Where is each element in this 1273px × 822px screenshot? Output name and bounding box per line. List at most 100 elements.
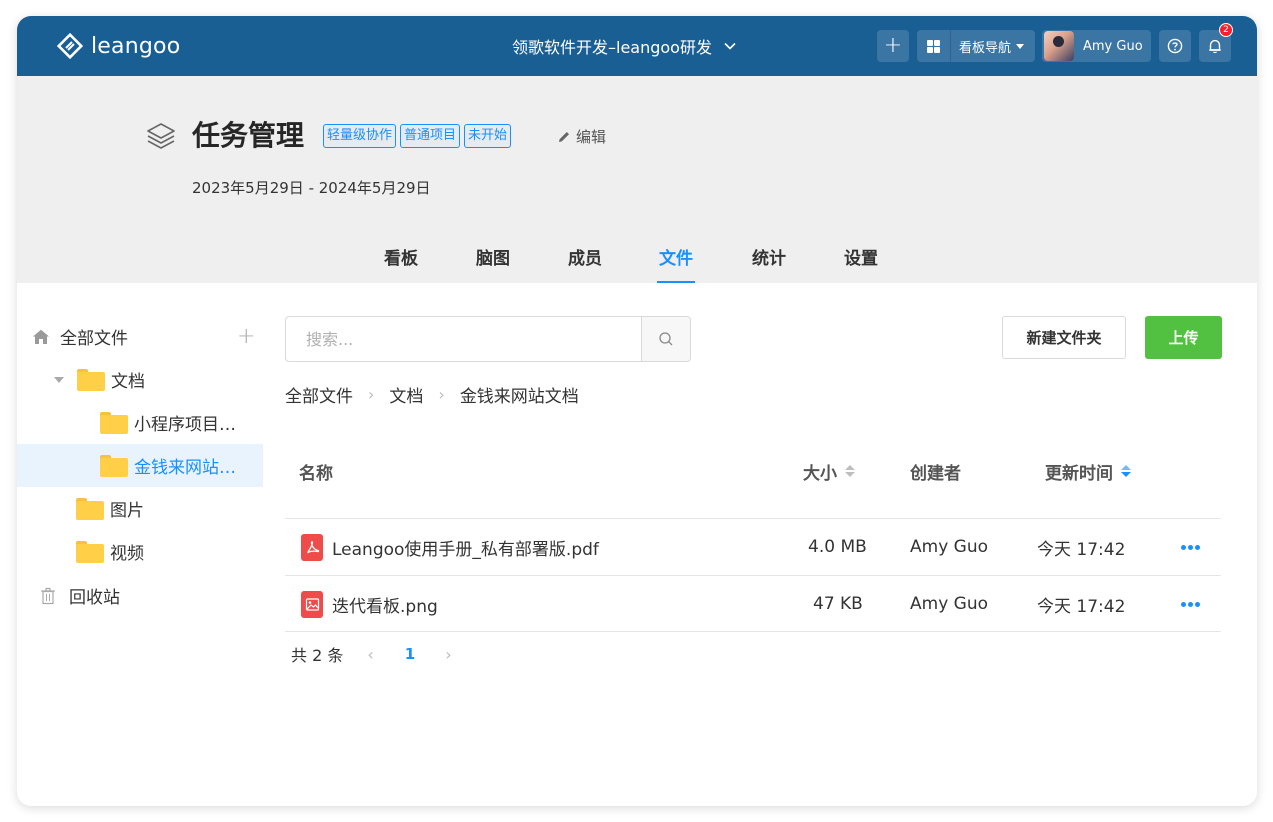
search-button[interactable] [641, 317, 690, 361]
project-switcher-label: 领歌软件开发–leangoo研发 [512, 38, 712, 57]
sidebar-item-all-files[interactable]: 全部文件 + [17, 315, 263, 358]
sidebar-item-label: 金钱来网站… [134, 458, 236, 478]
tag-status[interactable]: 未开始 [464, 124, 512, 148]
avatar [1044, 31, 1074, 61]
leangoo-logo-icon [57, 33, 83, 59]
breadcrumb: 全部文件 › 文档 › 金钱来网站文档 [285, 382, 579, 407]
file-size: 47 KB [813, 594, 863, 614]
help-icon [1167, 38, 1183, 54]
sidebar-item-videos[interactable]: 视频 [17, 530, 263, 573]
file-name: Leangoo使用手册_私有部署版.pdf [332, 539, 599, 560]
chevron-right-icon: › [438, 385, 445, 404]
folder-icon [77, 368, 105, 391]
tag-project-type[interactable]: 普通项目 [400, 124, 461, 148]
total-count: 共 2 条 [291, 646, 344, 665]
more-options-icon[interactable] [1181, 602, 1202, 607]
help-button[interactable] [1159, 30, 1191, 62]
sidebar-item-label: 回收站 [69, 588, 120, 608]
tab-statistics[interactable]: 统计 [749, 244, 789, 283]
tab-board[interactable]: 看板 [381, 244, 421, 283]
tab-files[interactable]: 文件 [657, 244, 695, 283]
file-updated: 今天 17:42 [1037, 539, 1126, 560]
pencil-icon [559, 131, 569, 142]
add-folder-icon[interactable]: + [237, 324, 255, 349]
column-header-label: 大小 [803, 463, 837, 484]
breadcrumb-item[interactable]: 文档 [389, 382, 423, 407]
layers-icon [147, 123, 175, 149]
page-title: 任务管理 [192, 119, 305, 152]
add-button[interactable]: + [877, 30, 909, 62]
image-file-icon [301, 590, 323, 618]
sidebar-item-website-docs[interactable]: 金钱来网站… [17, 444, 263, 487]
page-number[interactable]: 1 [405, 645, 415, 663]
folder-icon [76, 497, 104, 520]
column-header-label: 更新时间 [1045, 463, 1113, 484]
folder-sidebar: 全部文件 + 文档 小程序项目… 金钱来网站… 图片 视频 回收站 [17, 283, 263, 683]
notifications-button[interactable]: 2 [1199, 23, 1233, 62]
folder-icon [76, 540, 104, 563]
pagination: 共 2 条 ‹ 1 › [291, 642, 452, 666]
search-icon [659, 332, 673, 346]
top-bar: leangoo 领歌软件开发–leangoo研发 + 看板导航 Amy Guo [17, 16, 1257, 76]
file-name-cell[interactable]: 迭代看板.png [301, 576, 438, 632]
breadcrumb-item: 金钱来网站文档 [459, 387, 579, 407]
tab-settings[interactable]: 设置 [841, 244, 881, 283]
breadcrumb-item[interactable]: 全部文件 [285, 382, 353, 407]
file-creator: Amy Guo [910, 594, 989, 614]
sidebar-item-trash[interactable]: 回收站 [17, 574, 263, 617]
chevron-right-icon: › [368, 385, 375, 404]
project-switcher[interactable]: 领歌软件开发–leangoo研发 [512, 34, 736, 58]
logo[interactable]: leangoo [57, 32, 180, 60]
bell-icon [1209, 39, 1221, 54]
file-size: 4.0 MB [808, 537, 867, 557]
edit-label: 编辑 [576, 128, 607, 146]
divider [950, 30, 951, 62]
sidebar-item-miniprogram[interactable]: 小程序项目… [17, 401, 263, 444]
tag-collaboration[interactable]: 轻量级协作 [323, 124, 397, 148]
upload-button[interactable]: 上传 [1145, 316, 1222, 359]
sidebar-item-images[interactable]: 图片 [17, 487, 263, 530]
file-updated: 今天 17:42 [1037, 596, 1126, 617]
user-name: Amy Guo [1083, 38, 1143, 54]
more-options-icon[interactable] [1181, 545, 1202, 550]
pdf-file-icon [301, 533, 323, 561]
board-nav-button[interactable]: 看板导航 [917, 30, 1035, 62]
tab-bar: 看板 脑图 成员 文件 统计 设置 [17, 244, 1257, 283]
table-row[interactable]: 迭代看板.png 47 KB Amy Guo 今天 17:42 [285, 575, 1221, 632]
logo-text: leangoo [91, 33, 181, 59]
sort-icon[interactable] [845, 465, 855, 477]
search-input[interactable] [286, 317, 642, 361]
tab-mindmap[interactable]: 脑图 [473, 244, 513, 283]
grid-icon [927, 39, 940, 53]
project-header: 任务管理 轻量级协作 普通项目 未开始 编辑 2023年5月29日 - 2024… [17, 76, 1257, 283]
column-header-updated[interactable]: 更新时间 [1045, 441, 1131, 501]
column-header-creator: 创建者 [910, 463, 961, 484]
chevron-down-icon [724, 42, 736, 50]
edit-button[interactable]: 编辑 [557, 126, 606, 147]
trash-icon [41, 587, 55, 604]
caret-down-icon [1016, 43, 1025, 49]
sort-icon[interactable] [1121, 465, 1131, 477]
board-nav-label: 看板导航 [959, 40, 1012, 56]
date-range: 2023年5月29日 - 2024年5月29日 [192, 179, 431, 197]
tab-members[interactable]: 成员 [565, 244, 605, 283]
sidebar-item-docs[interactable]: 文档 [17, 358, 263, 401]
sidebar-item-label: 图片 [110, 501, 144, 521]
folder-icon [100, 411, 128, 434]
sidebar-item-label: 小程序项目… [134, 415, 236, 435]
folder-icon [100, 454, 128, 477]
plus-icon: + [883, 33, 903, 58]
file-creator: Amy Guo [910, 537, 989, 557]
sidebar-item-label: 全部文件 [60, 329, 128, 349]
file-name-cell[interactable]: Leangoo使用手册_私有部署版.pdf [301, 519, 599, 575]
search-box [285, 316, 691, 362]
caret-down-icon[interactable] [54, 376, 64, 383]
table-row[interactable]: Leangoo使用手册_私有部署版.pdf 4.0 MB Amy Guo 今天 … [285, 518, 1221, 575]
chevron-left-icon[interactable]: ‹ [367, 645, 373, 664]
file-name: 迭代看板.png [332, 596, 438, 617]
chevron-right-icon[interactable]: › [445, 645, 451, 664]
user-menu-button[interactable]: Amy Guo [1042, 30, 1151, 62]
app-window: leangoo 领歌软件开发–leangoo研发 + 看板导航 Amy Guo [17, 16, 1257, 806]
column-header-size[interactable]: 大小 [803, 441, 855, 501]
new-folder-button[interactable]: 新建文件夹 [1002, 316, 1126, 359]
